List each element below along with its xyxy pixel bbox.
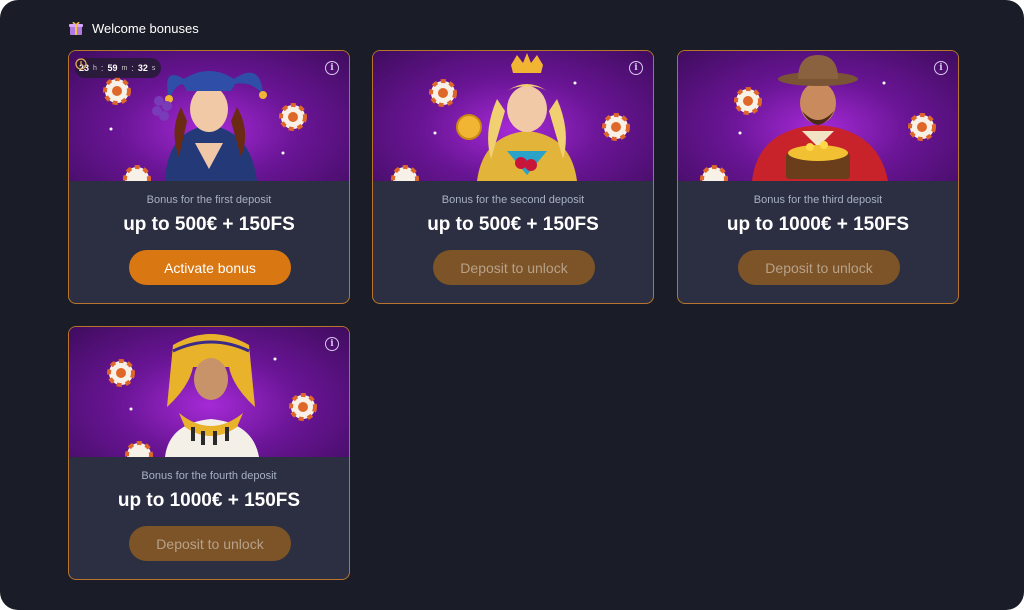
info-icon[interactable]: i <box>325 337 339 351</box>
chip-icon <box>734 87 762 115</box>
chip-icon <box>107 359 135 387</box>
deposit-to-unlock-button[interactable]: Deposit to unlock <box>738 250 900 285</box>
timer-separator: : <box>131 63 134 73</box>
info-icon[interactable]: i <box>325 61 339 75</box>
timer-minutes: 59 <box>107 63 118 73</box>
chip-icon <box>908 113 936 141</box>
deposit-to-unlock-button[interactable]: Deposit to unlock <box>129 526 291 561</box>
welcome-bonuses-panel: Welcome bonuses 23 h: 59 m: 32 s i Bon… <box>0 0 1024 610</box>
chip-icon <box>429 79 457 107</box>
bonus-subtitle: Bonus for the fourth deposit <box>141 470 277 482</box>
bonus-card-third-deposit: i Bonus for the third deposit up to 1000… <box>677 50 959 304</box>
timer-minutes-unit: m <box>121 64 128 72</box>
bonus-amount: up to 1000€ + 150FS <box>726 214 910 235</box>
bonus-subtitle: Bonus for the first deposit <box>146 194 272 206</box>
chip-icon <box>279 103 307 131</box>
countdown-timer: 23 h : 59 m : 32 s <box>75 58 162 78</box>
bonus-card-fourth-deposit: i Bonus for the fourth deposit up to 100… <box>68 326 350 580</box>
bonus-art-egyptian-queen: i <box>69 327 349 457</box>
bonus-amount: up to 500€ + 150FS <box>427 214 599 235</box>
chip-icon <box>602 113 630 141</box>
info-icon[interactable]: i <box>629 61 643 75</box>
timer-seconds: 32 <box>137 63 148 73</box>
bonus-subtitle: Bonus for the second deposit <box>441 194 585 206</box>
clock-icon <box>75 58 87 70</box>
bonus-art-queen: i <box>373 51 653 181</box>
timer-seconds-unit: s <box>151 64 156 72</box>
deposit-to-unlock-button[interactable]: Deposit to unlock <box>433 250 595 285</box>
chip-icon <box>289 393 317 421</box>
bonus-art-cowboy: i <box>678 51 958 181</box>
bonus-card-second-deposit: i Bonus for the second deposit up to 500… <box>372 50 654 304</box>
bonus-card-first-deposit: 23 h : 59 m : 32 s i Bonus for the first de… <box>68 50 350 304</box>
timer-hours-unit: h <box>93 64 97 72</box>
timer-separator: : <box>100 63 104 73</box>
bonus-art-jester: 23 h : 59 m : 32 s i <box>69 51 349 181</box>
bonus-amount: up to 500€ + 150FS <box>123 214 295 235</box>
gift-icon <box>69 21 83 35</box>
chip-icon <box>103 77 131 105</box>
activate-bonus-button[interactable]: Activate bonus <box>129 250 291 285</box>
chip-icon <box>391 165 419 181</box>
info-icon[interactable]: i <box>934 61 948 75</box>
section-header: Welcome bonuses <box>68 18 199 38</box>
bonus-subtitle: Bonus for the third deposit <box>753 194 883 206</box>
chip-icon <box>123 165 151 181</box>
bonus-amount: up to 1000€ + 150FS <box>117 490 301 511</box>
chip-icon <box>125 441 153 457</box>
chip-icon <box>700 165 728 181</box>
section-title: Welcome bonuses <box>92 20 199 36</box>
